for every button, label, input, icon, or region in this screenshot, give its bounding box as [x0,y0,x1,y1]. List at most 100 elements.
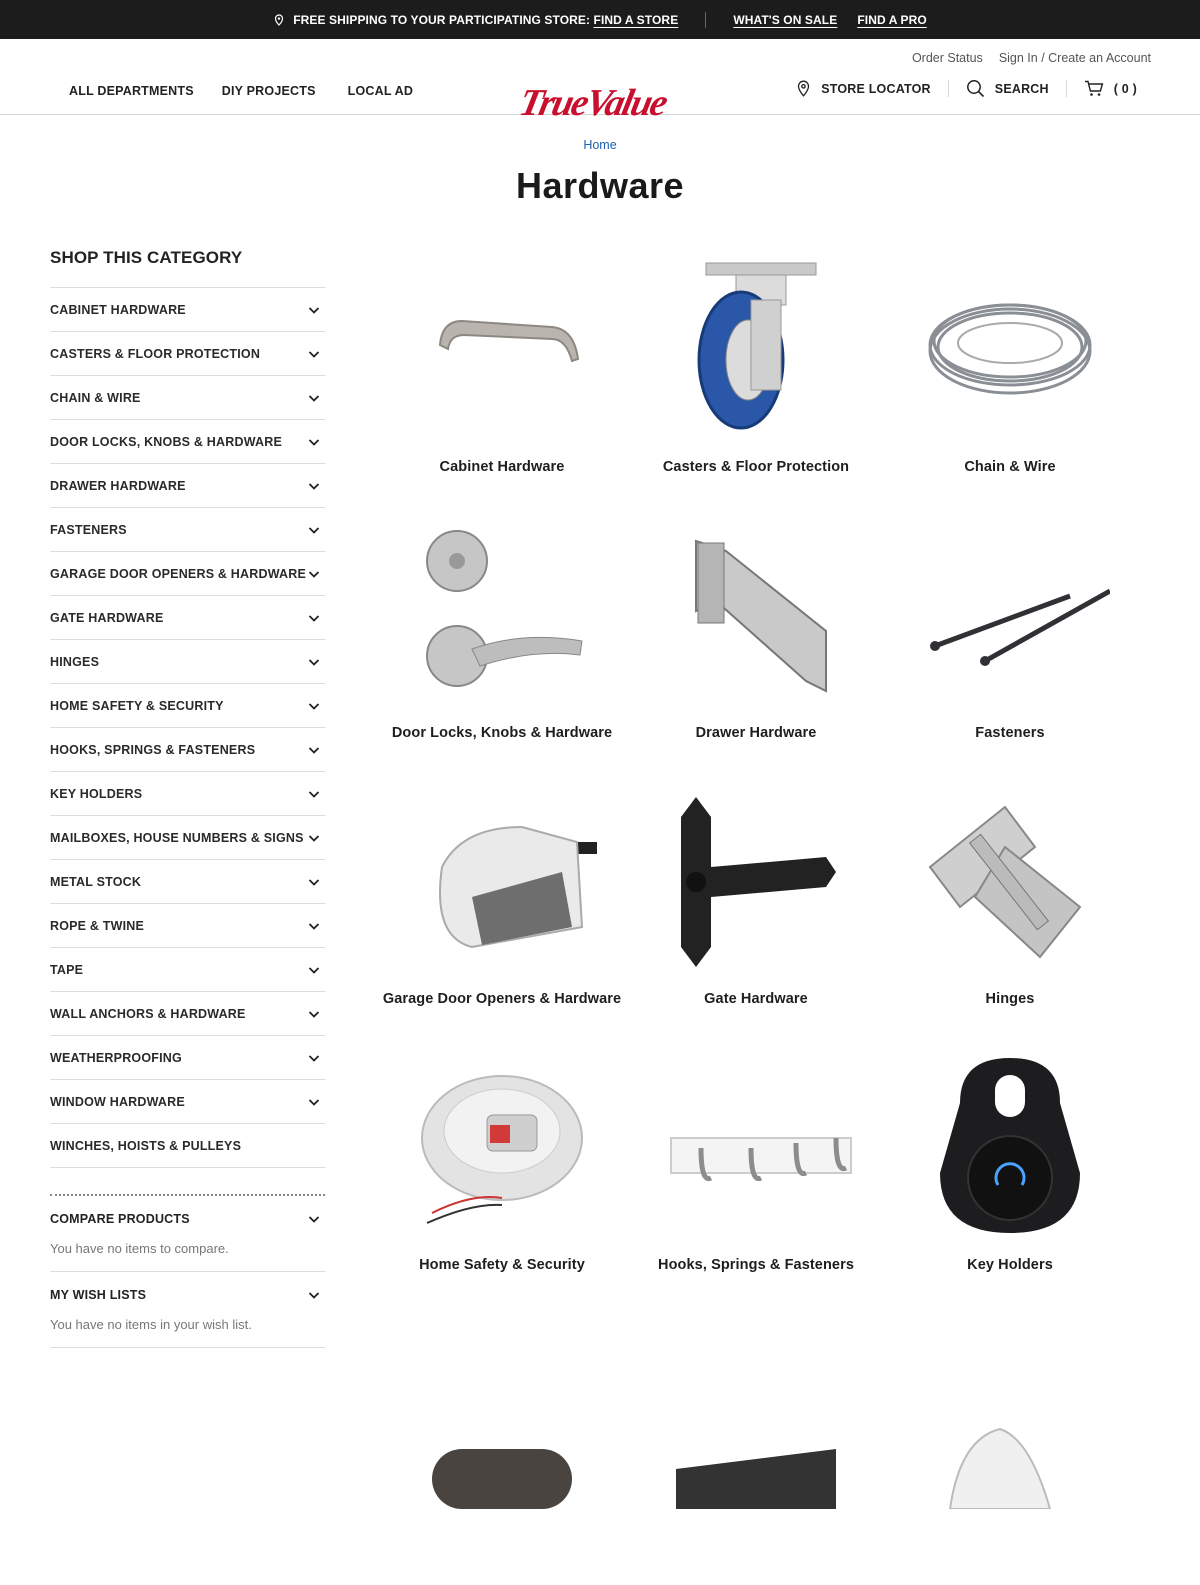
chevron-down-icon[interactable] [308,1008,320,1020]
sidebar-category-item[interactable]: HOME SAFETY & SECURITY [50,684,325,728]
category-tile[interactable]: Cabinet Hardware [375,255,629,521]
search-button[interactable]: SEARCH [966,79,1049,98]
wire-coil-icon[interactable] [910,255,1110,445]
chevron-down-icon[interactable] [308,612,320,624]
chevron-down-icon[interactable] [308,1052,320,1064]
category-tile-label[interactable]: Drawer Hardware [696,725,817,741]
category-tile-label[interactable]: Home Safety & Security [419,1257,585,1273]
drawer-bracket-icon[interactable] [656,521,856,711]
chevron-down-icon[interactable] [308,700,320,712]
chevron-down-icon[interactable] [308,568,320,580]
nails-icon[interactable] [910,521,1110,711]
key-lockbox-icon[interactable] [910,1053,1110,1243]
sidebar-category-item[interactable]: WEATHERPROOFING [50,1036,325,1080]
order-status-link[interactable]: Order Status [912,51,983,65]
sidebar-category-item[interactable]: KEY HOLDERS [50,772,325,816]
chevron-down-icon[interactable] [308,744,320,756]
hook-rack-icon[interactable] [656,1053,856,1243]
caster-wheel-icon[interactable] [656,255,856,445]
sign-in-link[interactable]: Sign In / Create an Account [999,51,1151,65]
chevron-down-icon[interactable] [308,832,320,844]
sidebar-category-item[interactable]: TAPE [50,948,325,992]
category-tile[interactable] [629,1319,883,1585]
chevron-down-icon[interactable] [308,876,320,888]
compare-products-toggle[interactable]: COMPARE PRODUCTS [50,1212,325,1226]
category-tile-label[interactable]: Casters & Floor Protection [663,459,849,475]
category-tile[interactable]: Hooks, Springs & Fasteners [629,1053,883,1319]
sidebar-category-item[interactable]: WINDOW HARDWARE [50,1080,325,1124]
sidebar-category-item[interactable]: HINGES [50,640,325,684]
chevron-down-icon[interactable] [308,1096,320,1108]
main-nav: ALL DEPARTMENTS DIY PROJECTS LOCAL AD [69,84,413,98]
category-tile[interactable]: Key Holders [883,1053,1137,1319]
sidebar-category-item[interactable]: FASTENERS [50,508,325,552]
true-value-logo[interactable]: TrueValue [516,82,670,124]
cart-count: ( 0 ) [1113,81,1137,96]
category-tile[interactable] [375,1319,629,1585]
category-tile[interactable]: Fasteners [883,521,1137,787]
chevron-down-icon[interactable] [308,436,320,448]
cart-button[interactable]: ( 0 ) [1084,80,1137,97]
category-tile-label[interactable]: Fasteners [975,725,1044,741]
nav-local-ad[interactable]: LOCAL AD [348,84,414,98]
chevron-down-icon[interactable] [308,788,320,800]
gate-hinge-icon[interactable] [656,787,856,977]
category-tile-label[interactable]: Door Locks, Knobs & Hardware [392,725,612,741]
sidebar-category-item[interactable]: CHAIN & WIRE [50,376,325,420]
door-lock-icon[interactable] [402,521,602,711]
garage-opener-icon[interactable] [402,787,602,977]
sidebar-category-item[interactable]: METAL STOCK [50,860,325,904]
nav-diy-projects[interactable]: DIY PROJECTS [222,84,316,98]
sidebar-category-item[interactable]: HOOKS, SPRINGS & FASTENERS [50,728,325,772]
chevron-down-icon[interactable] [308,348,320,360]
chevron-down-icon[interactable] [308,656,320,668]
category-tile[interactable]: Door Locks, Knobs & Hardware [375,521,629,787]
category-tile[interactable]: Home Safety & Security [375,1053,629,1319]
category-tile[interactable] [883,1319,1137,1585]
sidebar-category-item[interactable]: DRAWER HARDWARE [50,464,325,508]
wish-lists-toggle[interactable]: MY WISH LISTS [50,1288,325,1302]
cart-icon [1084,80,1104,96]
chevron-down-icon[interactable] [308,524,320,536]
sidebar-category-item[interactable]: WINCHES, HOISTS & PULLEYS [50,1124,325,1168]
metal-stock-icon[interactable] [656,1319,856,1509]
find-a-pro-link[interactable]: FIND A PRO [857,13,926,27]
breadcrumb[interactable]: Home [0,138,1200,152]
hinge-icon[interactable] [910,787,1110,977]
category-tile[interactable]: Chain & Wire [883,255,1137,521]
chevron-down-icon[interactable] [308,392,320,404]
category-tile[interactable]: Drawer Hardware [629,521,883,787]
chevron-down-icon[interactable] [308,920,320,932]
category-tile-label[interactable]: Chain & Wire [964,459,1055,475]
category-tile-label[interactable]: Hinges [986,991,1035,1007]
mailbox-icon[interactable] [402,1319,602,1509]
category-tile[interactable]: Hinges [883,787,1137,1053]
sidebar-category-item[interactable]: GARAGE DOOR OPENERS & HARDWARE [50,552,325,596]
smoke-detector-icon[interactable] [402,1053,602,1243]
sidebar-category-item[interactable]: WALL ANCHORS & HARDWARE [50,992,325,1036]
sidebar-category-item[interactable]: ROPE & TWINE [50,904,325,948]
category-tile[interactable]: Casters & Floor Protection [629,255,883,521]
category-tile-label[interactable]: Cabinet Hardware [440,459,565,475]
sidebar-category-item[interactable]: MAILBOXES, HOUSE NUMBERS & SIGNS [50,816,325,860]
cabinet-pull-icon[interactable] [402,255,602,445]
category-tile-label[interactable]: Hooks, Springs & Fasteners [658,1257,854,1273]
category-tile[interactable]: Garage Door Openers & Hardware [375,787,629,1053]
chevron-down-icon[interactable] [308,480,320,492]
category-tile-label[interactable]: Key Holders [967,1257,1053,1273]
sidebar-category-item[interactable]: CABINET HARDWARE [50,288,325,332]
sidebar-category-item[interactable]: GATE HARDWARE [50,596,325,640]
chevron-down-icon[interactable] [308,964,320,976]
chevron-down-icon[interactable] [308,304,320,316]
sidebar-category-item[interactable]: CASTERS & FLOOR PROTECTION [50,332,325,376]
sidebar-category-label: GARAGE DOOR OPENERS & HARDWARE [50,566,307,581]
sidebar-category-item[interactable]: DOOR LOCKS, KNOBS & HARDWARE [50,420,325,464]
nav-all-departments[interactable]: ALL DEPARTMENTS [69,84,194,98]
category-tile-label[interactable]: Gate Hardware [704,991,808,1007]
whats-on-sale-link[interactable]: WHAT'S ON SALE [733,13,837,27]
category-tile-label[interactable]: Garage Door Openers & Hardware [383,991,621,1007]
rope-icon[interactable] [910,1319,1110,1509]
find-store-link[interactable]: FIND A STORE [594,13,679,27]
store-locator-button[interactable]: STORE LOCATOR [796,80,931,97]
category-tile[interactable]: Gate Hardware [629,787,883,1053]
